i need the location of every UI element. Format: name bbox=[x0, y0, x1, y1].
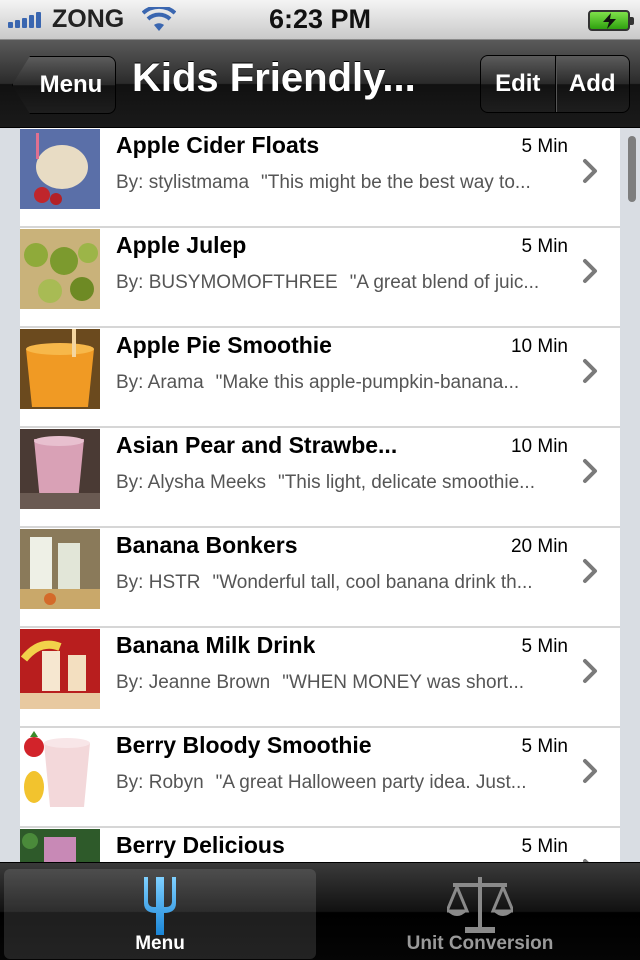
add-button[interactable]: Add bbox=[554, 56, 630, 112]
recipe-subtitle: By: stylistmama "This might be the best w… bbox=[116, 172, 574, 194]
recipe-thumbnail bbox=[20, 329, 100, 409]
recipe-title: Apple Pie Smoothie bbox=[116, 332, 332, 358]
fork-icon bbox=[144, 877, 176, 935]
recipe-author: By: HSTR bbox=[116, 572, 201, 593]
recipe-subtitle: By: Jeanne Brown "WHEN MONEY was short... bbox=[116, 672, 574, 694]
recipe-time: 5 Min bbox=[521, 236, 568, 257]
recipe-author: By: BUSYMOMOFTHREE bbox=[116, 272, 338, 293]
recipe-row[interactable]: Apple Cider Floats 5 Min By: stylistmama… bbox=[20, 128, 620, 228]
tab-unit-conversion[interactable]: Unit Conversion bbox=[324, 869, 636, 959]
chevron-right-icon bbox=[583, 359, 597, 383]
recipe-snippet: "Wonderful tall, cool banana drink th... bbox=[212, 572, 533, 593]
recipe-author: By: Alysha Meeks bbox=[116, 472, 266, 493]
edit-button[interactable]: Edit bbox=[481, 56, 555, 112]
chevron-right-icon bbox=[583, 659, 597, 683]
clock: 6:23 PM bbox=[268, 4, 372, 34]
chevron-right-icon bbox=[583, 459, 597, 483]
recipe-thumbnail bbox=[20, 429, 100, 509]
recipe-subtitle: By: Alysha Meeks "This light, delicate sm… bbox=[116, 472, 574, 494]
recipe-snippet: "A great blend of juic... bbox=[349, 272, 540, 293]
recipe-title: Asian Pear and Strawbe... bbox=[116, 432, 398, 458]
chevron-right-icon bbox=[583, 759, 597, 783]
recipe-snippet: "A great Halloween party idea. Just... bbox=[215, 772, 527, 793]
recipe-time: 5 Min bbox=[521, 136, 568, 157]
recipe-time: 20 Min bbox=[510, 536, 568, 557]
recipe-title: Apple Julep bbox=[116, 232, 247, 258]
recipe-title: Berry Bloody Smoothie bbox=[116, 732, 372, 758]
recipe-thumbnail bbox=[20, 529, 100, 609]
navigation-bar: Menu Kids Friendly... Edit Add bbox=[0, 40, 640, 128]
recipe-time: 5 Min bbox=[521, 736, 568, 757]
recipe-row[interactable]: Berry Delicious 5 Min bbox=[20, 828, 620, 862]
tab-menu[interactable]: Menu bbox=[4, 869, 316, 959]
recipe-snippet: "Make this apple-pumpkin-banana... bbox=[215, 372, 520, 393]
recipe-row[interactable]: Asian Pear and Strawbe... 10 Min By: Aly… bbox=[20, 428, 620, 528]
recipe-row[interactable]: Berry Bloody Smoothie 5 Min By: Robyn "A … bbox=[20, 728, 620, 828]
recipe-time: 10 Min bbox=[510, 436, 568, 457]
tab-bar: Menu Unit Conversion bbox=[0, 862, 640, 960]
nav-actions: Edit Add bbox=[480, 55, 630, 113]
recipe-thumbnail bbox=[20, 729, 100, 809]
recipe-time: 5 Min bbox=[521, 636, 568, 657]
recipe-title: Banana Bonkers bbox=[116, 532, 298, 558]
recipe-row[interactable]: Apple Pie Smoothie 10 Min By: Arama "Make… bbox=[20, 328, 620, 428]
status-bar: ZONG 6:23 PM bbox=[0, 0, 640, 40]
recipe-subtitle: By: BUSYMOMOFTHREE "A great blend of juic… bbox=[116, 272, 574, 294]
recipe-time: 5 Min bbox=[521, 836, 568, 857]
recipe-title: Banana Milk Drink bbox=[116, 632, 316, 658]
recipe-thumbnail bbox=[20, 829, 100, 862]
recipe-thumbnail bbox=[20, 629, 100, 709]
recipe-snippet: "This might be the best way to... bbox=[261, 172, 531, 193]
recipe-subtitle: By: Robyn "A great Halloween party idea. … bbox=[116, 772, 574, 794]
recipe-author: By: stylistmama bbox=[116, 172, 250, 193]
recipe-thumbnail bbox=[20, 229, 100, 309]
recipe-author: By: Robyn bbox=[116, 772, 204, 793]
recipe-author: By: Arama bbox=[116, 372, 204, 393]
chevron-right-icon bbox=[583, 159, 597, 183]
recipe-title: Apple Cider Floats bbox=[116, 132, 320, 158]
recipe-thumbnail bbox=[20, 129, 100, 209]
tab-label: Menu bbox=[135, 933, 185, 954]
recipe-time: 10 Min bbox=[510, 336, 568, 357]
recipe-snippet: "WHEN MONEY was short... bbox=[282, 672, 525, 693]
recipe-row[interactable]: Banana Bonkers 20 Min By: HSTR "Wonderful… bbox=[20, 528, 620, 628]
tab-label: Unit Conversion bbox=[406, 933, 554, 954]
chevron-right-icon bbox=[583, 259, 597, 283]
recipe-snippet: "This light, delicate smoothie... bbox=[277, 472, 535, 493]
recipe-author: By: Jeanne Brown bbox=[116, 672, 271, 693]
battery-icon bbox=[588, 10, 634, 31]
chevron-right-icon bbox=[583, 559, 597, 583]
recipe-list[interactable]: Apple Cider Floats 5 Min By: stylistmama… bbox=[0, 128, 640, 862]
recipe-row[interactable]: Banana Milk Drink 5 Min By: Jeanne Brown… bbox=[20, 628, 620, 728]
recipe-row[interactable]: Apple Julep 5 Min By: BUSYMOMOFTHREE "A g… bbox=[20, 228, 620, 328]
scrollbar-thumb[interactable] bbox=[628, 136, 636, 202]
recipe-subtitle: By: HSTR "Wonderful tall, cool banana dri… bbox=[116, 572, 574, 594]
scale-icon bbox=[447, 877, 513, 933]
recipe-title: Berry Delicious bbox=[116, 832, 285, 858]
back-menu-button[interactable]: Menu bbox=[12, 56, 116, 114]
recipe-subtitle: By: Arama "Make this apple-pumpkin-banana… bbox=[116, 372, 574, 394]
page-title: Kids Friendly... bbox=[132, 56, 416, 100]
